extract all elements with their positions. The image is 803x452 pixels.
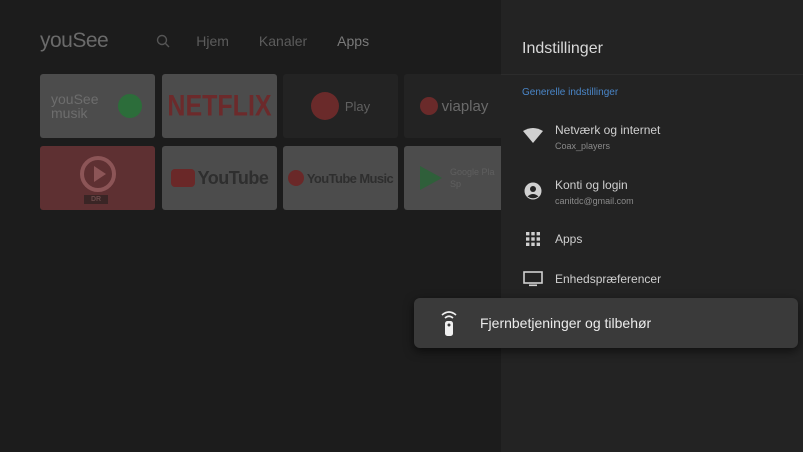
app-tile-youtube[interactable]: YouTube bbox=[162, 146, 277, 210]
tv2-play-icon bbox=[310, 92, 339, 120]
settings-item-network-sub: Coax_players bbox=[555, 141, 611, 151]
settings-title: Indstillinger bbox=[522, 40, 603, 57]
settings-item-remotes-accessories-label: Fjernbetjeninger og tilbehør bbox=[480, 315, 652, 331]
settings-item-device-preferences[interactable]: Enhedspræferencer bbox=[501, 266, 803, 292]
settings-item-device-preferences-label: Enhedspræferencer bbox=[555, 272, 662, 286]
app-tile-dr-tv[interactable]: DR bbox=[40, 146, 155, 210]
remote-icon bbox=[440, 309, 458, 337]
settings-item-accounts-label: Konti og login bbox=[555, 178, 628, 192]
google-play-label-2: Sp bbox=[450, 179, 462, 189]
viaplay-icon bbox=[419, 97, 438, 115]
apps-grid-icon bbox=[522, 228, 544, 250]
nav-kanaler[interactable]: Kanaler bbox=[259, 33, 307, 49]
settings-item-network[interactable]: Netværk og internet Coax_players bbox=[501, 118, 803, 158]
youtube-music-icon bbox=[287, 170, 304, 186]
netflix-logo: NETFLIX bbox=[167, 88, 272, 123]
app-tile-tv2-play[interactable]: Play bbox=[283, 74, 398, 138]
dr-play-icon bbox=[80, 156, 116, 192]
youtube-music-label: YouTube Music bbox=[306, 170, 394, 186]
yousee-musik-label-2: musik bbox=[51, 105, 88, 121]
nav-apps[interactable]: Apps bbox=[337, 33, 369, 49]
settings-item-accounts[interactable]: Konti og login canitdc@gmail.com bbox=[501, 172, 803, 212]
yousee-logo: youSee bbox=[40, 29, 109, 52]
settings-item-remotes-accessories[interactable]: Fjernbetjeninger og tilbehør bbox=[414, 298, 798, 348]
search-icon[interactable] bbox=[156, 34, 170, 48]
app-tile-youtube-music[interactable]: YouTube Music bbox=[283, 146, 398, 210]
yousee-musik-label: youSee bbox=[51, 91, 99, 107]
general-settings-header: Generelle indstillinger bbox=[522, 87, 619, 98]
settings-item-apps-label: Apps bbox=[555, 232, 583, 246]
settings-item-apps[interactable]: Apps bbox=[501, 226, 803, 252]
google-play-icon bbox=[420, 166, 442, 190]
google-play-label: Google Pla bbox=[450, 167, 495, 177]
youtube-play-icon bbox=[170, 169, 195, 187]
youtube-label: YouTube bbox=[197, 167, 269, 188]
dr-badge: DR bbox=[84, 195, 109, 204]
app-tile-google-play[interactable]: Google Pla Sp bbox=[404, 146, 504, 210]
settings-panel: Indstillinger Generelle indstillinger Ne… bbox=[501, 0, 803, 452]
tv-icon bbox=[522, 268, 544, 290]
app-tile-yousee-musik[interactable]: youSee musik bbox=[40, 74, 155, 138]
wifi-icon bbox=[522, 125, 544, 147]
spotify-icon bbox=[118, 94, 142, 118]
settings-item-network-label: Netværk og internet bbox=[555, 123, 661, 137]
app-tile-viaplay[interactable]: viaplay bbox=[404, 74, 504, 138]
top-nav: youSee Hjem Kanaler Apps bbox=[40, 26, 399, 56]
app-tile-netflix[interactable]: NETFLIX bbox=[162, 74, 277, 138]
account-icon bbox=[522, 180, 544, 202]
settings-item-accounts-sub: canitdc@gmail.com bbox=[555, 196, 634, 206]
tv2-play-label: Play bbox=[344, 98, 371, 114]
settings-divider bbox=[501, 74, 803, 75]
nav-hjem[interactable]: Hjem bbox=[196, 33, 229, 49]
viaplay-label: viaplay bbox=[441, 97, 489, 115]
